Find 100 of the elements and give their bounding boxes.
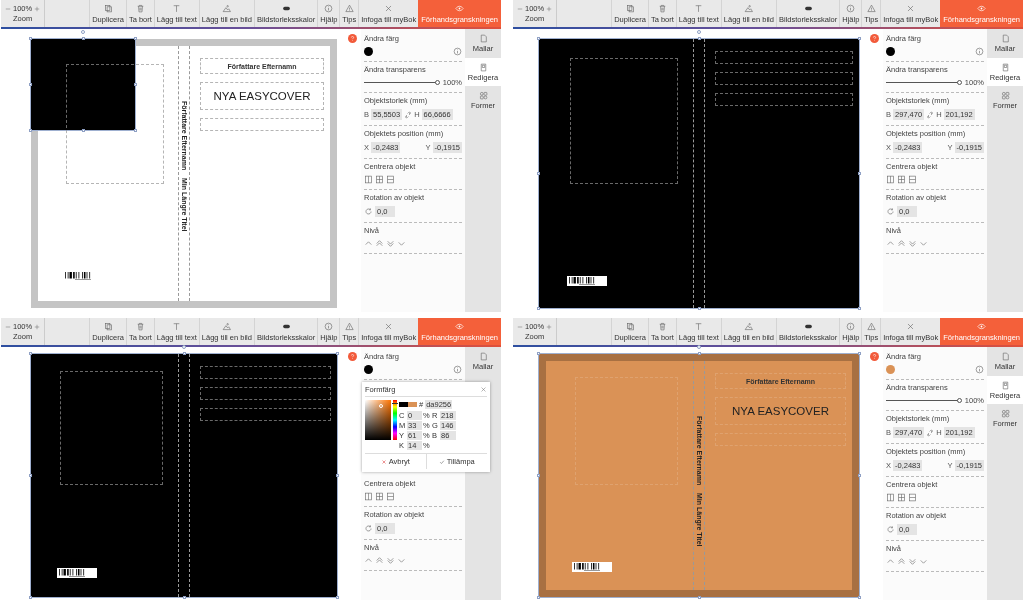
resize-handle[interactable] <box>336 352 339 355</box>
double-chevron-up-icon[interactable] <box>375 239 384 248</box>
resize-handle[interactable] <box>697 596 701 599</box>
resize-handle[interactable] <box>697 307 701 310</box>
slider-thumb[interactable] <box>434 80 440 85</box>
resize-handle[interactable] <box>134 129 138 133</box>
minus-icon[interactable] <box>5 5 11 12</box>
resize-handle[interactable] <box>336 474 339 477</box>
color-swatch[interactable] <box>886 365 895 374</box>
plus-icon[interactable] <box>546 5 553 12</box>
resize-handle[interactable] <box>537 352 540 355</box>
resize-handle[interactable] <box>182 596 186 599</box>
resize-handle[interactable] <box>29 474 32 477</box>
center-vertical-icon[interactable] <box>886 493 895 502</box>
center-both-icon[interactable] <box>375 175 384 184</box>
rotate-handle[interactable] <box>81 30 85 34</box>
double-chevron-down-icon[interactable] <box>908 239 917 248</box>
resize-handle[interactable] <box>537 596 540 599</box>
resize-handle[interactable] <box>29 37 32 40</box>
resize-handle[interactable] <box>537 474 540 477</box>
info-icon[interactable] <box>453 47 462 56</box>
center-both-icon[interactable] <box>897 493 906 502</box>
plus-icon[interactable] <box>34 5 41 12</box>
plus-icon[interactable] <box>34 323 41 330</box>
resize-handle[interactable] <box>134 83 138 87</box>
color-swatch[interactable] <box>886 47 895 56</box>
resize-handle[interactable] <box>858 37 861 40</box>
center-horizontal-icon[interactable] <box>908 493 917 502</box>
resize-handle[interactable] <box>81 129 85 133</box>
resize-handle[interactable] <box>81 37 85 40</box>
resize-handle[interactable] <box>29 596 32 599</box>
text-placeholder[interactable] <box>200 387 331 400</box>
double-chevron-up-icon[interactable] <box>897 239 906 248</box>
color-swatch[interactable] <box>364 365 373 374</box>
double-chevron-down-icon[interactable] <box>908 557 917 566</box>
chevron-up-icon[interactable] <box>886 557 895 566</box>
text-placeholder[interactable] <box>715 72 853 85</box>
resize-handle[interactable] <box>858 596 861 599</box>
help-icon[interactable] <box>348 352 357 361</box>
rotate-icon[interactable] <box>364 207 373 216</box>
text-placeholder[interactable]: NYA EASYCOVER <box>715 397 846 425</box>
help-icon[interactable] <box>870 352 879 361</box>
rotate-icon[interactable] <box>364 524 373 533</box>
resize-handle[interactable] <box>182 352 186 355</box>
resize-handle[interactable] <box>29 83 32 87</box>
resize-handle[interactable] <box>697 352 701 355</box>
center-both-icon[interactable] <box>897 175 906 184</box>
text-placeholder[interactable]: NYA EASYCOVER <box>200 82 324 110</box>
center-vertical-icon[interactable] <box>886 175 895 184</box>
resize-handle[interactable] <box>537 307 540 310</box>
minus-icon[interactable] <box>517 5 523 12</box>
saturation-area[interactable] <box>365 400 391 440</box>
center-vertical-icon[interactable] <box>364 175 373 184</box>
hue-marker[interactable] <box>392 403 398 404</box>
color-swatch[interactable] <box>364 47 373 56</box>
center-horizontal-icon[interactable] <box>386 175 395 184</box>
resize-handle[interactable] <box>858 352 861 355</box>
text-placeholder[interactable] <box>200 118 324 131</box>
rotate-icon[interactable] <box>886 207 895 216</box>
text-placeholder[interactable] <box>715 93 853 106</box>
center-vertical-icon[interactable] <box>364 492 373 501</box>
text-placeholder[interactable] <box>200 408 331 421</box>
chevron-down-icon[interactable] <box>919 239 928 248</box>
resize-handle[interactable] <box>29 129 32 133</box>
center-both-icon[interactable] <box>375 492 384 501</box>
double-chevron-down-icon[interactable] <box>386 239 395 248</box>
rotate-handle[interactable] <box>697 345 701 349</box>
info-icon[interactable] <box>975 47 984 56</box>
link-icon[interactable] <box>404 110 413 119</box>
resize-handle[interactable] <box>29 352 32 355</box>
slider-thumb[interactable] <box>956 80 962 85</box>
chevron-up-icon[interactable] <box>364 239 373 248</box>
plus-icon[interactable] <box>546 323 553 330</box>
double-chevron-down-icon[interactable] <box>386 556 395 565</box>
rotate-handle[interactable] <box>697 30 701 34</box>
link-icon[interactable] <box>926 110 935 119</box>
info-icon[interactable] <box>975 365 984 374</box>
minus-icon[interactable] <box>5 323 11 330</box>
double-chevron-up-icon[interactable] <box>897 557 906 566</box>
resize-handle[interactable] <box>537 37 540 40</box>
link-icon[interactable] <box>926 428 935 437</box>
resize-handle[interactable] <box>858 172 861 175</box>
resize-handle[interactable] <box>697 37 701 40</box>
chevron-down-icon[interactable] <box>397 556 406 565</box>
text-placeholder[interactable] <box>715 51 853 64</box>
minus-icon[interactable] <box>517 323 523 330</box>
double-chevron-up-icon[interactable] <box>375 556 384 565</box>
chevron-down-icon[interactable] <box>397 239 406 248</box>
resize-handle[interactable] <box>858 307 861 310</box>
resize-handle[interactable] <box>336 596 339 599</box>
resize-handle[interactable] <box>858 474 861 477</box>
center-horizontal-icon[interactable] <box>386 492 395 501</box>
book-title[interactable]: NYA EASYCOVER <box>213 90 311 102</box>
hue-slider[interactable] <box>393 400 397 440</box>
help-icon[interactable] <box>348 34 357 43</box>
rotate-handle[interactable] <box>182 345 186 349</box>
slider-thumb[interactable] <box>956 398 962 403</box>
book-title[interactable]: NYA EASYCOVER <box>732 405 829 417</box>
close-icon[interactable] <box>480 386 487 393</box>
center-horizontal-icon[interactable] <box>908 175 917 184</box>
